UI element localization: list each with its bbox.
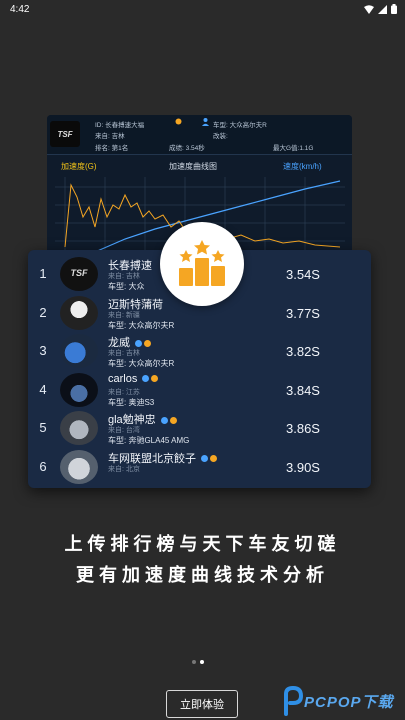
leaderboard-row[interactable]: 5 gla勉神忠 来自: 台湾 车型: 奔驰GLA45 AMG 3.86S — [28, 410, 371, 446]
profile-from: 来自: 吉林 — [95, 130, 125, 140]
profile-from-label: 来自: — [95, 133, 110, 140]
avatar[interactable] — [60, 411, 98, 445]
trophy-badge — [160, 222, 244, 306]
rank-user-car: 车型: 大众高尔夫R — [108, 359, 175, 368]
profile-id: ID: 长春搏速大福 — [95, 119, 144, 129]
status-bar: 4:42 — [0, 0, 405, 18]
rank-user-car: 车型: 奥迪S3 — [108, 397, 155, 407]
battery-icon — [391, 4, 397, 14]
rank-number: 4 — [39, 381, 47, 397]
person-icon — [160, 416, 168, 424]
page-dot-active — [200, 660, 204, 664]
watermark-text: PCPOP下载 — [304, 694, 394, 711]
profile-rank-value: 第1名 — [111, 145, 129, 152]
status-icons — [364, 4, 397, 14]
rank-user-location: 来自: 台湾 — [108, 427, 140, 434]
profile-rank: 排名: 第1名 — [95, 142, 128, 152]
profile-mod: 改装: — [213, 133, 228, 140]
rank-user-location: 来自: 吉林 — [108, 350, 140, 357]
user-badges — [160, 416, 177, 424]
profile-id-label: ID: — [95, 122, 104, 129]
profile-score-value: 3.54秒 — [185, 145, 205, 152]
rank-user-name: carlos — [108, 372, 138, 385]
profile-car: 车型: 大众高尔夫R — [213, 119, 267, 129]
rank-number: 1 — [39, 266, 47, 281]
medal-icon — [169, 416, 177, 424]
rank-time: 3.82S — [286, 344, 320, 359]
rank-user-location: 来自: 新疆 — [108, 311, 140, 319]
watermark-logo-icon — [284, 686, 304, 716]
person-icon — [202, 118, 209, 126]
avatar[interactable] — [60, 449, 98, 484]
leaderboard-row[interactable]: 6 车网联盟北京餃子 来自: 北京 3.90S — [28, 449, 371, 485]
profile-score: 成绩: 3.54秒 — [169, 142, 205, 152]
rank-name-group: carlos — [108, 372, 159, 385]
profile-from-value: 吉林 — [111, 133, 125, 140]
rank-user-car: 车型: 大众高尔夫R — [108, 320, 175, 330]
rank-user-car: 车型: 大众 — [108, 282, 145, 291]
headline-line-1: 上传排行榜与天下车友切磋 — [64, 534, 341, 554]
rank-number: 3 — [39, 343, 47, 358]
user-badges — [201, 455, 217, 463]
profile-car-label: 车型: — [213, 122, 228, 129]
signal-icon — [378, 4, 387, 14]
profile-car-value: 大众高尔夫R — [229, 122, 267, 129]
avatar[interactable] — [60, 295, 98, 330]
medal-icon — [175, 118, 182, 125]
rank-user-location: 来自: 吉林 — [108, 273, 140, 280]
watermark: PCPOP下载 — [282, 684, 402, 718]
leaderboard-row[interactable]: 4 carlos 来自: 江苏 车型: 奥迪S3 3.84S — [28, 372, 371, 408]
avatar[interactable] — [60, 372, 98, 407]
chart-left-axis-label: 加速度(G) — [61, 162, 97, 171]
profile-logo: TSF — [50, 121, 80, 147]
user-badges — [142, 375, 159, 383]
user-badges — [135, 339, 151, 347]
rank-user-location: 来自: 江苏 — [108, 388, 140, 396]
wifi-icon — [364, 4, 374, 14]
rank-time: 3.84S — [286, 382, 320, 398]
avatar[interactable] — [60, 334, 98, 368]
profile-rank-label: 排名: — [95, 145, 110, 152]
rank-user-car: 车型: 奔驰GLA45 AMG — [108, 436, 190, 445]
medal-icon — [151, 375, 159, 383]
person-icon — [142, 375, 150, 383]
podium-icon — [179, 240, 225, 286]
profile-gforce-value: 1.1G — [299, 145, 314, 152]
chart-right-axis-label: 速度(km/h) — [283, 162, 322, 171]
page-dot — [192, 660, 196, 664]
profile-gforce: 最大G值:1.1G — [273, 142, 313, 152]
avatar-logo-text: TSF — [70, 268, 88, 278]
status-time: 4:42 — [10, 3, 30, 15]
rank-time: 3.86S — [286, 421, 320, 436]
chart-header: 加速度(G) 加速度曲线图 速度(km/h) — [47, 161, 352, 175]
rank-number: 6 — [39, 458, 47, 474]
avatar[interactable]: TSF — [60, 257, 98, 291]
rank-time: 3.54S — [286, 267, 320, 282]
rank-number: 2 — [39, 304, 47, 320]
profile-header: TSF ID: 长春搏速大福 车型: 大众高尔夫R 来自: 吉林 改装: 排名:… — [47, 115, 352, 155]
headline-line-2: 更有加速度曲线技术分析 — [76, 565, 329, 585]
rank-number: 5 — [39, 420, 47, 435]
profile-score-label: 成绩: — [169, 145, 184, 152]
medal-icon — [144, 339, 151, 347]
chart-title: 加速度曲线图 — [169, 162, 217, 171]
start-experience-button[interactable]: 立即体验 — [166, 690, 238, 718]
rank-user-location: 来自: 北京 — [108, 465, 140, 473]
rank-time: 3.77S — [286, 305, 320, 321]
rank-time: 3.90S — [286, 459, 320, 475]
medal-icon — [210, 455, 217, 463]
page-indicator — [192, 660, 204, 664]
person-icon — [201, 455, 208, 463]
person-icon — [135, 339, 142, 347]
profile-id-value: 长春搏速大福 — [105, 122, 145, 129]
leaderboard-row[interactable]: 3 龙威 来自: 吉林 车型: 大众高尔夫R 3.82S — [28, 333, 371, 369]
profile-gforce-label: 最大G值: — [273, 145, 300, 152]
